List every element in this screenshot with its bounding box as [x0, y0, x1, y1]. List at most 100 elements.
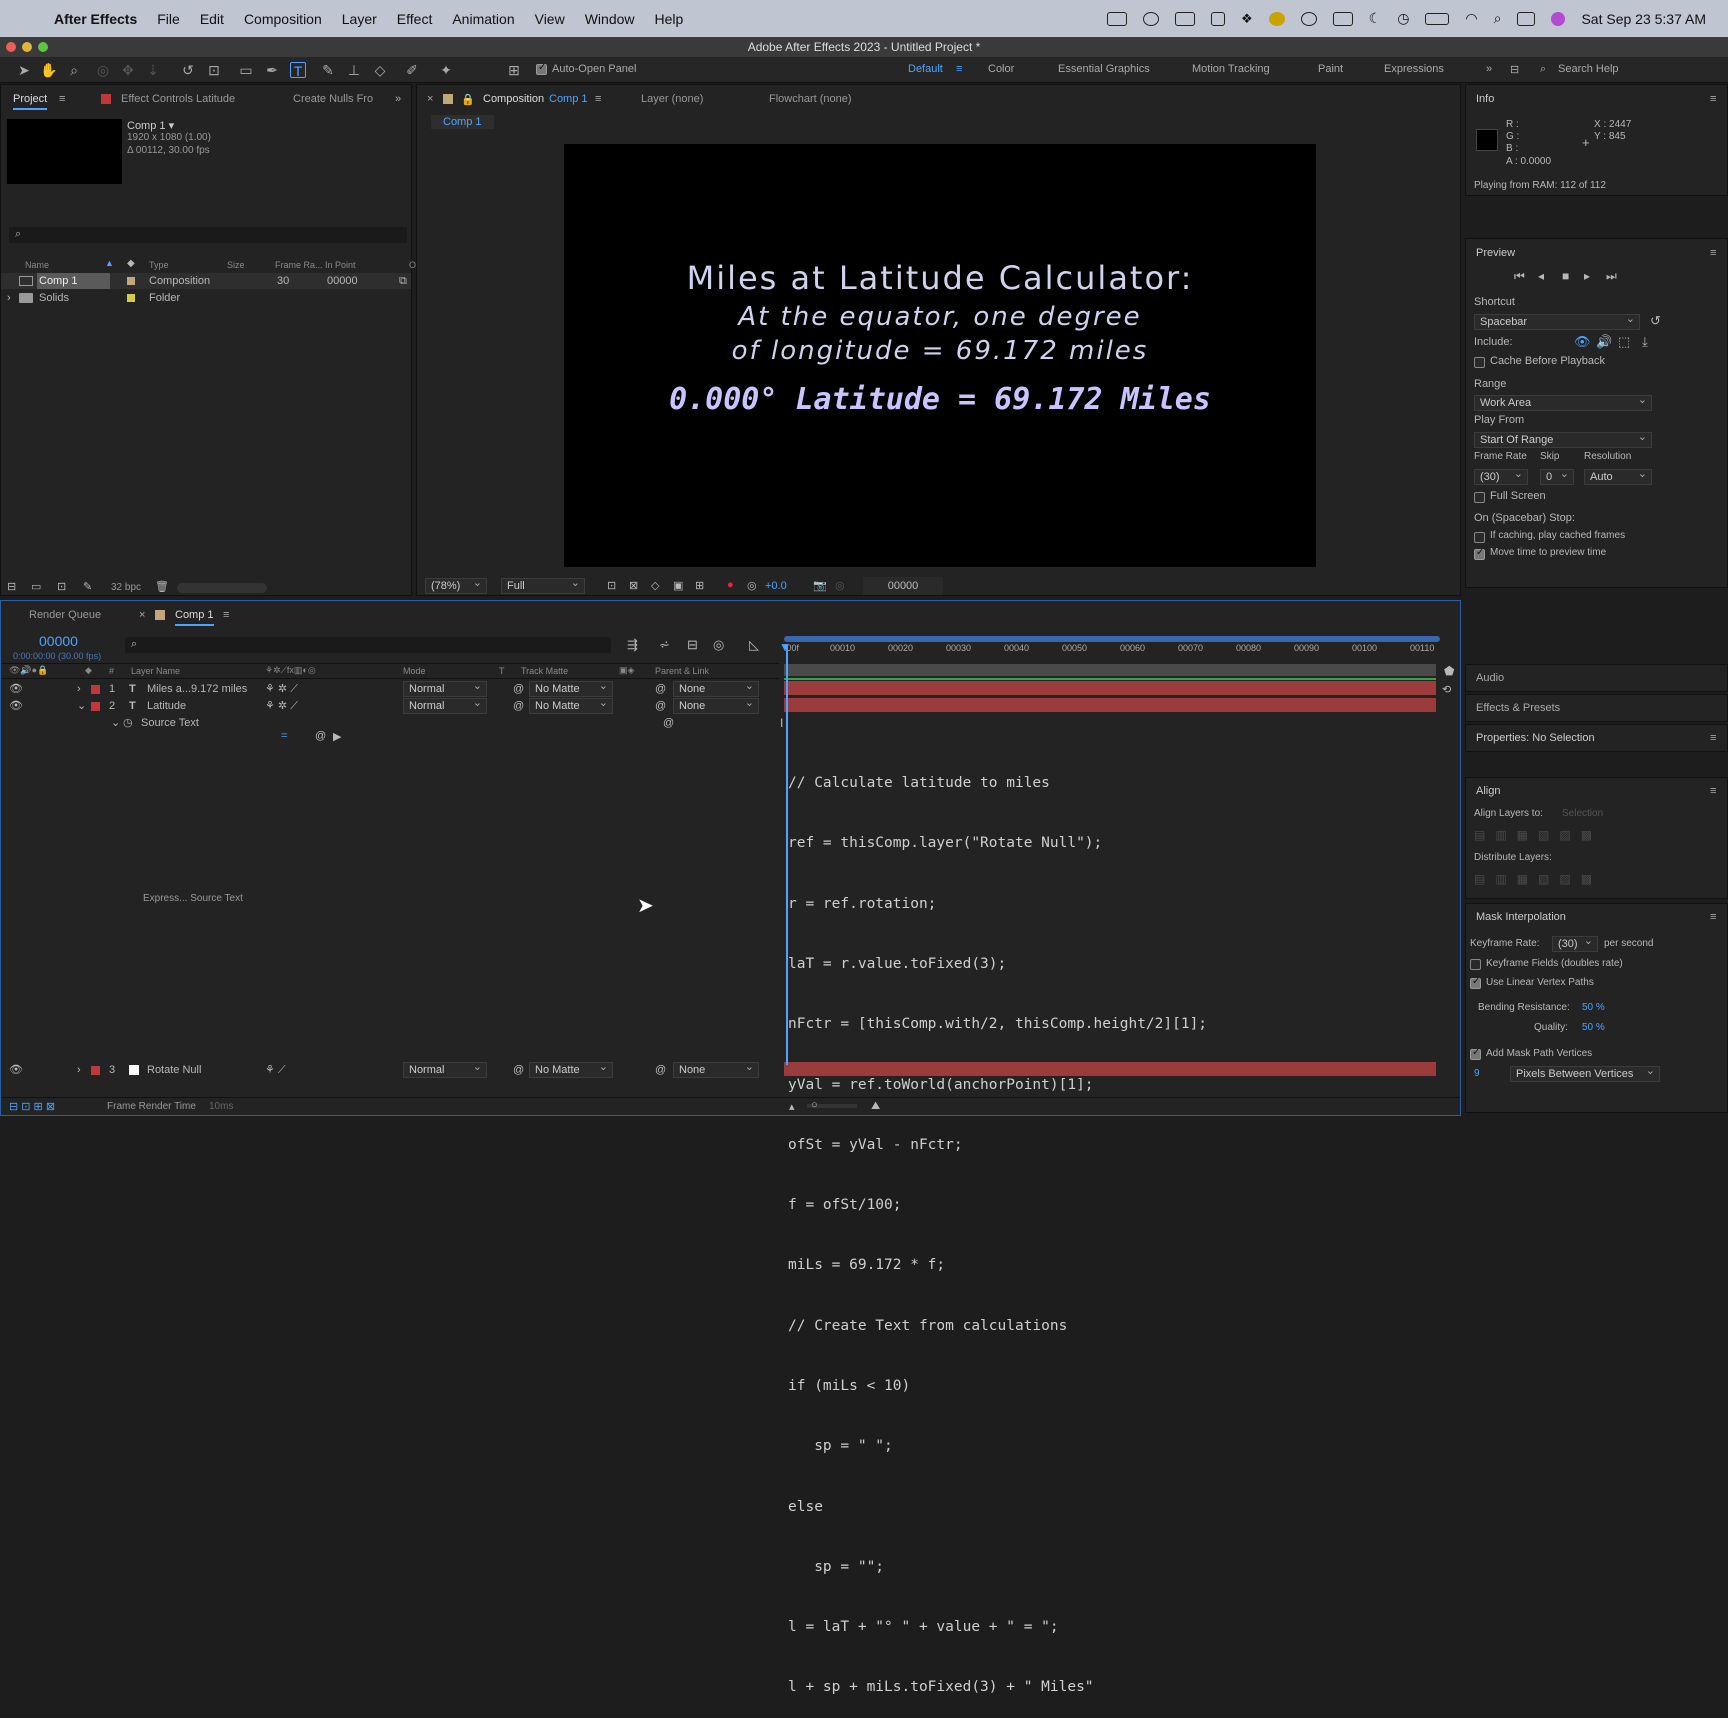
interpret-footage-icon[interactable]: ⊟ [7, 580, 16, 593]
preview-resolution-dropdown[interactable]: Auto [1584, 467, 1652, 485]
brush-tool-icon[interactable]: ✎ [320, 62, 336, 78]
col-size[interactable]: Size [227, 260, 245, 270]
layer-name[interactable]: Latitude [147, 698, 186, 714]
siri-icon[interactable] [1551, 11, 1566, 26]
lock-icon[interactable]: 🔒 [461, 93, 475, 106]
project-menu-icon[interactable]: ≡ [59, 93, 65, 105]
tab-effect-controls[interactable]: Effect Controls Latitude [121, 93, 235, 105]
layer-label-color[interactable] [91, 1066, 100, 1075]
zoom-window-icon[interactable] [38, 42, 48, 52]
workspace-essential-graphics[interactable]: Essential Graphics [1058, 63, 1150, 75]
comp-name[interactable]: Comp 1 ▾ [127, 119, 174, 132]
linear-vertex-checkbox[interactable] [1470, 976, 1481, 989]
parent-dropdown[interactable]: None [673, 1060, 759, 1078]
layer-switches-icon[interactable]: ⚘ ✲ ⟋ [265, 681, 298, 697]
layer-row-3[interactable]: 👁 › 3 Rotate Null ⚘ ⟋ Normal @ No Matte … [1, 1060, 779, 1078]
if-caching-checkbox[interactable] [1474, 532, 1485, 543]
type-tool-icon[interactable]: T [290, 62, 306, 79]
label-color[interactable] [127, 277, 135, 285]
zoom-tool-icon[interactable]: ⌕ [66, 62, 82, 78]
menu-edit[interactable]: Edit [200, 11, 224, 27]
search-help-input[interactable]: Search Help [1558, 63, 1619, 75]
collapse-arrow-icon[interactable]: ⌄ [77, 698, 86, 714]
layer-switches-icon[interactable]: ⚘ ✲ ⟋ [265, 698, 298, 714]
align-to-dropdown[interactable]: Selection [1562, 808, 1603, 819]
close-tab-icon[interactable]: × [427, 93, 433, 105]
more-tabs-icon[interactable]: » [395, 93, 401, 105]
workspace-color[interactable]: Color [988, 63, 1014, 75]
resolution-dropdown[interactable]: Full [501, 576, 585, 594]
auto-open-panel-checkbox[interactable] [536, 62, 547, 75]
expression-enable-icon[interactable]: = [281, 730, 287, 742]
audio-panel[interactable]: Audio [1465, 664, 1728, 692]
parent-pickwhip-icon[interactable]: @ [655, 698, 666, 714]
layer-row-2[interactable]: 👁 ⌄ 2 T Latitude ⚘ ✲ ⟋ Normal @ No Matte… [1, 696, 779, 714]
creative-cloud-icon[interactable] [1142, 11, 1159, 26]
keyboard-icon[interactable] [1332, 11, 1353, 26]
col-name[interactable]: Name [25, 260, 49, 270]
workspace-expressions[interactable]: Expressions [1384, 63, 1444, 75]
tab-render-queue[interactable]: Render Queue [29, 609, 101, 621]
info-menu-icon[interactable]: ≡ [1710, 93, 1716, 105]
project-item-comp[interactable]: Comp 1 Composition 30 00000 ⧉ [1, 273, 411, 289]
comp-button-icon[interactable]: ⟲ [1442, 683, 1451, 696]
rotate-tool-icon[interactable]: ↺ [180, 62, 196, 78]
play-from-dropdown[interactable]: Start Of Range [1474, 430, 1652, 448]
layer-name[interactable]: Rotate Null [147, 1062, 201, 1078]
pen-tool-icon[interactable]: ✒ [264, 62, 280, 78]
matte-pickwhip-icon[interactable]: @ [513, 1062, 524, 1078]
workspace-paint[interactable]: Paint [1318, 63, 1343, 75]
menu-file[interactable]: File [157, 11, 180, 27]
dropbox-icon[interactable]: ❖ [1241, 11, 1253, 27]
effects-presets-panel[interactable]: Effects & Presets [1465, 694, 1728, 722]
include-audio-icon[interactable]: 🔊 [1596, 334, 1612, 350]
work-area-bar[interactable] [784, 636, 1440, 642]
battery-icon[interactable] [1425, 12, 1450, 25]
keyframe-fields-checkbox[interactable] [1470, 959, 1481, 970]
fast-preview-icon[interactable]: ⊡ [607, 579, 616, 592]
magnification-dropdown[interactable]: (78%) [425, 576, 487, 594]
motion-blur-icon[interactable]: ◎ [713, 637, 724, 653]
matte-pickwhip-icon[interactable]: @ [513, 681, 524, 697]
track-matte-dropdown[interactable]: No Matte [529, 1060, 613, 1078]
more-workspaces-icon[interactable]: » [1486, 63, 1492, 75]
eraser-tool-icon[interactable]: ◇ [372, 62, 388, 78]
layer-label-color[interactable] [91, 702, 100, 711]
comp-breadcrumb[interactable]: Comp 1 [431, 115, 494, 129]
hand-tool-icon[interactable]: ✋ [40, 62, 57, 78]
expression-language-menu-icon[interactable]: ▶ [333, 730, 341, 743]
layer-mode-dropdown[interactable]: Normal [403, 679, 487, 697]
menu-composition[interactable]: Composition [244, 11, 322, 27]
search-icon[interactable]: ⌕ [1494, 10, 1502, 27]
timeline-search-input[interactable]: ⌕ [125, 637, 611, 653]
preview-menu-icon[interactable]: ≡ [1710, 247, 1716, 259]
sort-icon[interactable]: ▲ [105, 258, 114, 268]
expand-arrow-icon[interactable]: › [77, 681, 81, 697]
vertex-number[interactable]: 9 [1474, 1068, 1480, 1079]
orbit-tool-icon[interactable]: ◎ [95, 62, 111, 78]
expression-graph-icon[interactable]: @ [315, 730, 326, 742]
source-text-property[interactable]: ⌄ ◷ Source Text @ [1, 715, 779, 731]
color-management-icon[interactable]: ◎ [747, 579, 757, 592]
menu-view[interactable]: View [535, 11, 565, 27]
playhead-icon[interactable]: ▼ [779, 640, 791, 654]
trash-icon[interactable]: 🗑 [155, 580, 169, 593]
layer-mode-dropdown[interactable]: Normal [403, 1060, 487, 1078]
shy-layers-icon[interactable]: ⊟ [687, 637, 698, 653]
pickwhip-icon[interactable]: @ [663, 715, 674, 731]
mask-menu-icon[interactable]: ≡ [1710, 911, 1716, 923]
close-timeline-tab-icon[interactable]: × [139, 609, 145, 621]
keyframe-rate-dropdown[interactable]: (30) [1552, 934, 1598, 952]
minimize-window-icon[interactable] [22, 42, 32, 52]
exposure-value[interactable]: +0.0 [765, 580, 787, 592]
layer-mode-dropdown[interactable]: Normal [403, 696, 487, 714]
track-matte-dropdown[interactable]: No Matte [529, 696, 613, 714]
col-type[interactable]: Type [149, 260, 169, 270]
grammarly-icon[interactable] [1300, 11, 1317, 26]
prev-frame-icon[interactable]: ◂ [1538, 269, 1544, 283]
menu-layer[interactable]: Layer [342, 11, 377, 27]
snapshot-camera-icon[interactable]: 📷 [813, 579, 827, 592]
timeline-menu-icon[interactable]: ≡ [223, 609, 229, 621]
label-color[interactable] [127, 294, 135, 302]
draft-3d-icon[interactable]: ⩫ [659, 637, 670, 653]
